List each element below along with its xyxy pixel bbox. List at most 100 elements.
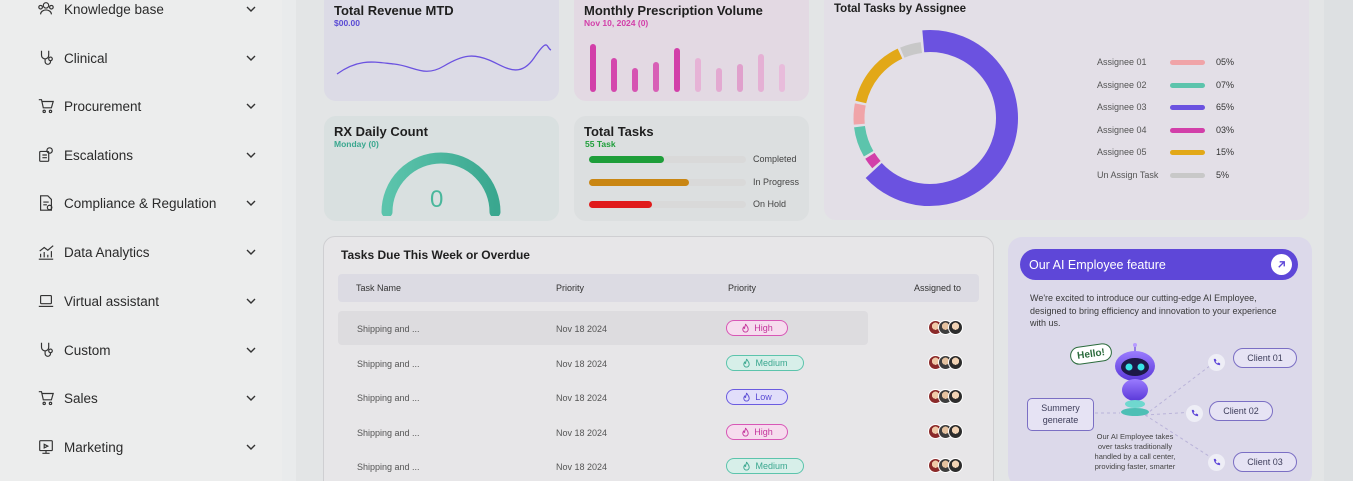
legend-item[interactable]: Assignee 05 15% xyxy=(1097,147,1247,159)
revenue-title: Total Revenue MTD xyxy=(334,3,454,18)
sidebar-item-label: Knowledge base xyxy=(64,1,164,17)
legend-item[interactable]: Assignee 02 07% xyxy=(1097,80,1247,92)
assignee-avatars[interactable] xyxy=(928,389,964,405)
compliance-doc-icon xyxy=(36,193,56,213)
donut-slice[interactable] xyxy=(865,30,1018,206)
marketing-icon xyxy=(36,437,56,457)
task-date: Nov 18 2024 xyxy=(556,462,608,473)
sidebar-item-knowledge-base[interactable]: Knowledge base xyxy=(36,0,258,21)
flame-icon xyxy=(742,323,749,333)
priority-badge[interactable]: Medium xyxy=(726,458,804,475)
sidebar-item-escalations[interactable]: Escalations xyxy=(36,143,258,167)
rx-daily-sub: Monday (0) xyxy=(334,139,379,149)
task-name: Shipping and ... xyxy=(357,427,420,438)
progress-label: Completed xyxy=(753,154,797,164)
client-03-pill[interactable]: Client 03 xyxy=(1233,452,1297,472)
legend-label: Assignee 03 xyxy=(1097,102,1147,113)
chevron-down-icon xyxy=(246,444,256,450)
donut-slice[interactable] xyxy=(865,152,881,169)
priority-label: High xyxy=(754,323,773,333)
legend-swatch xyxy=(1170,82,1205,88)
column-header[interactable]: Priority xyxy=(728,283,756,293)
priority-badge[interactable]: Low xyxy=(726,389,788,406)
sidebar-item-procurement[interactable]: Procurement xyxy=(36,94,258,118)
tasks-table-title: Tasks Due This Week or Overdue xyxy=(341,248,530,262)
task-date: Nov 18 2024 xyxy=(556,324,608,334)
prescription-bar xyxy=(611,58,617,92)
priority-badge[interactable]: High xyxy=(726,320,788,336)
column-header[interactable]: Task Name xyxy=(356,283,401,293)
chevron-down-icon xyxy=(246,298,256,304)
prescription-bar xyxy=(716,68,722,92)
rx-gauge-value: 0 xyxy=(430,186,444,213)
priority-label: Low xyxy=(755,392,772,403)
flame-icon xyxy=(743,358,751,368)
revenue-value: $00.00 xyxy=(334,18,360,28)
donut-slice[interactable] xyxy=(853,103,866,125)
ai-employee-desc: Our AI Employee takes over tasks traditi… xyxy=(1094,432,1176,471)
chevron-down-icon xyxy=(246,103,256,109)
legend-item[interactable]: Assignee 04 03% xyxy=(1097,125,1247,137)
progress-fill xyxy=(589,201,652,208)
flame-icon xyxy=(742,427,749,437)
sidebar-item-label: Compliance & Regulation xyxy=(64,195,217,211)
legend-value: 05% xyxy=(1216,57,1235,67)
client-02-pill[interactable]: Client 02 xyxy=(1209,401,1273,421)
task-name: Shipping and ... xyxy=(357,324,420,334)
sidebar-item-clinical[interactable]: Clinical xyxy=(36,46,258,70)
progress-in-progress xyxy=(589,179,746,186)
legend-value: 03% xyxy=(1216,124,1235,135)
assignee-donut-chart xyxy=(853,30,1018,206)
legend-label: Un Assign Task xyxy=(1097,170,1159,180)
legend-item[interactable]: Assignee 01 05% xyxy=(1097,57,1247,69)
priority-label: Medium xyxy=(755,461,788,472)
legend-swatch xyxy=(1170,150,1205,156)
legend-value: 07% xyxy=(1216,79,1235,90)
task-date: Nov 18 2024 xyxy=(556,393,608,404)
legend-swatch xyxy=(1170,105,1205,111)
legend-label: Assignee 02 xyxy=(1097,79,1147,90)
stethoscope-icon xyxy=(36,48,56,68)
prescription-bar xyxy=(779,64,785,92)
sidebar: Knowledge base Clinical Procurement Esca… xyxy=(0,0,282,481)
total-tasks-title: Total Tasks xyxy=(584,124,654,139)
prescription-bar xyxy=(737,64,743,92)
ai-employee-title: Our AI Employee feature xyxy=(1029,258,1166,272)
flame-icon xyxy=(743,462,751,471)
sidebar-item-data-analytics[interactable]: Data Analytics xyxy=(36,240,258,264)
table-header: Task Name Priority Priority Assigned to xyxy=(338,274,979,302)
donut-slice[interactable] xyxy=(855,48,903,104)
assignee-avatars[interactable] xyxy=(928,354,964,371)
sidebar-item-virtual-assistant[interactable]: Virtual assistant xyxy=(36,289,258,313)
task-name: Shipping and ... xyxy=(357,393,420,404)
legend-value: 65% xyxy=(1216,102,1235,113)
column-header[interactable]: Priority xyxy=(556,283,584,293)
client-01-pill[interactable]: Client 01 xyxy=(1233,348,1297,368)
arrow-up-right-icon[interactable] xyxy=(1271,254,1292,275)
legend-item[interactable]: Assignee 03 65% xyxy=(1097,102,1247,114)
legend-label: Assignee 05 xyxy=(1097,147,1147,158)
progress-label: On Hold xyxy=(753,199,787,209)
summary-generate-box[interactable]: Summery generate xyxy=(1027,398,1094,431)
donut-slice[interactable] xyxy=(900,42,923,58)
cart-icon xyxy=(36,388,56,408)
donut-slice[interactable] xyxy=(854,125,874,157)
sidebar-item-sales[interactable]: Sales xyxy=(36,386,258,410)
sidebar-item-label: Escalations xyxy=(64,147,134,163)
priority-badge[interactable]: High xyxy=(726,423,788,440)
sidebar-item-custom[interactable]: Custom xyxy=(36,338,258,362)
column-header[interactable]: Assigned to xyxy=(914,283,961,293)
legend-item[interactable]: Un Assign Task 5% xyxy=(1097,170,1247,182)
chart-title: Total Tasks by Assignee xyxy=(834,3,967,15)
assignee-avatars[interactable] xyxy=(928,423,964,440)
sidebar-item-marketing[interactable]: Marketing xyxy=(36,435,258,459)
cart-icon xyxy=(36,96,56,116)
sidebar-item-compliance[interactable]: Compliance & Regulation xyxy=(36,191,258,215)
assignee-avatars[interactable] xyxy=(928,458,964,474)
phone-icon xyxy=(1208,354,1225,371)
task-name: Shipping and ... xyxy=(357,462,420,473)
phone-icon xyxy=(1208,454,1225,471)
priority-badge[interactable]: Medium xyxy=(726,354,804,371)
progress-fill xyxy=(589,179,690,186)
assignee-avatars[interactable] xyxy=(928,320,964,336)
